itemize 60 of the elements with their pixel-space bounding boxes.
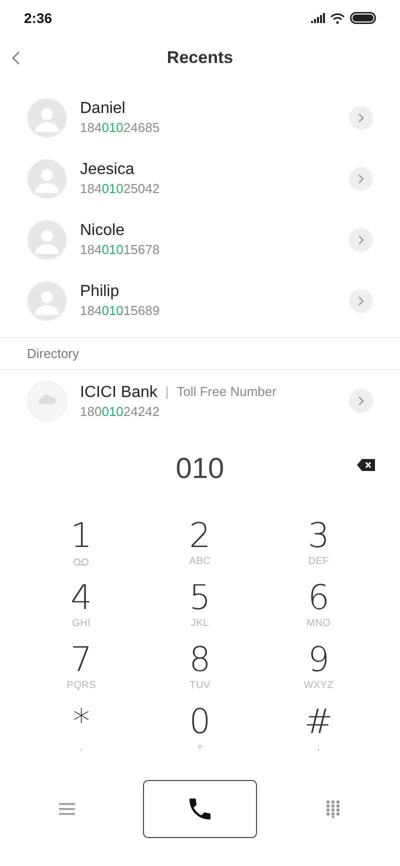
person-avatar-icon	[27, 280, 67, 320]
phone-number: 18401024685	[80, 119, 161, 137]
wifi-icon	[330, 12, 345, 24]
dial-key[interactable]: # ;	[274, 702, 364, 764]
person-avatar-icon	[27, 158, 67, 198]
person-avatar-icon	[27, 220, 67, 260]
back-chevron-icon	[12, 51, 20, 65]
dial-key[interactable]: 6 MNO	[274, 578, 364, 640]
dial-key[interactable]: 0 +	[154, 702, 245, 764]
dial-key[interactable]: 5 JKL	[154, 578, 245, 640]
chevron-right-icon	[357, 396, 365, 406]
chevron-right-icon	[357, 296, 365, 306]
chevron-right-icon	[357, 112, 365, 122]
signal-icon	[311, 13, 325, 23]
dial-key[interactable]: * ,	[36, 702, 126, 764]
dial-key[interactable]: 4 GHI	[36, 578, 126, 640]
details-button[interactable]	[349, 106, 373, 130]
phone-number: 18401015689	[80, 302, 161, 320]
details-button[interactable]	[349, 166, 373, 190]
contact-row[interactable]: Philip 18401015689	[0, 270, 400, 331]
dial-key[interactable]: 9 WXYZ	[274, 640, 364, 702]
chevron-right-icon	[357, 174, 365, 184]
dial-key[interactable]: 2 ABC	[154, 516, 245, 578]
person-avatar-icon	[27, 98, 67, 138]
section-heading: Directory	[27, 344, 80, 363]
details-button[interactable]	[349, 228, 373, 252]
backspace-button[interactable]	[356, 458, 376, 472]
contact-name: Nicole	[80, 221, 126, 241]
voicemail-icon	[73, 558, 90, 566]
contact-name: ICICI Bank	[80, 382, 158, 402]
battery-icon	[350, 12, 376, 24]
contact-row[interactable]: Daniel 18401024685	[0, 87, 400, 148]
phone-number: 18401015678	[80, 241, 161, 259]
contact-row[interactable]: Jeesica 18401025042	[0, 148, 400, 209]
dial-key[interactable]: 1	[36, 516, 126, 578]
details-button[interactable]	[349, 288, 373, 312]
details-button[interactable]	[349, 389, 373, 413]
status-time: 2:36	[24, 8, 52, 28]
dialed-number: 010	[176, 452, 224, 488]
chevron-right-icon	[357, 234, 365, 244]
phone-number: 18001024242	[80, 402, 161, 420]
backspace-icon	[356, 458, 376, 472]
dial-key[interactable]: 7 PQRS	[36, 640, 126, 702]
contact-row[interactable]: Nicole 18401015678	[0, 209, 400, 270]
dial-key[interactable]: 8 TUV	[154, 640, 245, 702]
menu-button[interactable]	[58, 801, 76, 817]
menu-icon	[59, 802, 75, 816]
contact-name: Philip	[80, 282, 120, 302]
contact-tag: Toll Free Number	[176, 382, 276, 402]
contact-name: Daniel	[80, 99, 126, 119]
phone-number: 18401025042	[80, 180, 161, 198]
separator: |	[165, 383, 169, 402]
cloud-avatar-icon	[27, 381, 67, 421]
dial-key[interactable]: 3 DEF	[274, 516, 364, 578]
contact-name: Jeesica	[80, 160, 136, 180]
page-title: Recents	[166, 47, 234, 70]
dialpad-icon	[325, 800, 341, 818]
dialpad-button[interactable]	[324, 799, 342, 819]
call-button[interactable]	[143, 780, 257, 838]
directory-row[interactable]: ICICI Bank | Toll Free Number 18001024242	[0, 370, 400, 432]
